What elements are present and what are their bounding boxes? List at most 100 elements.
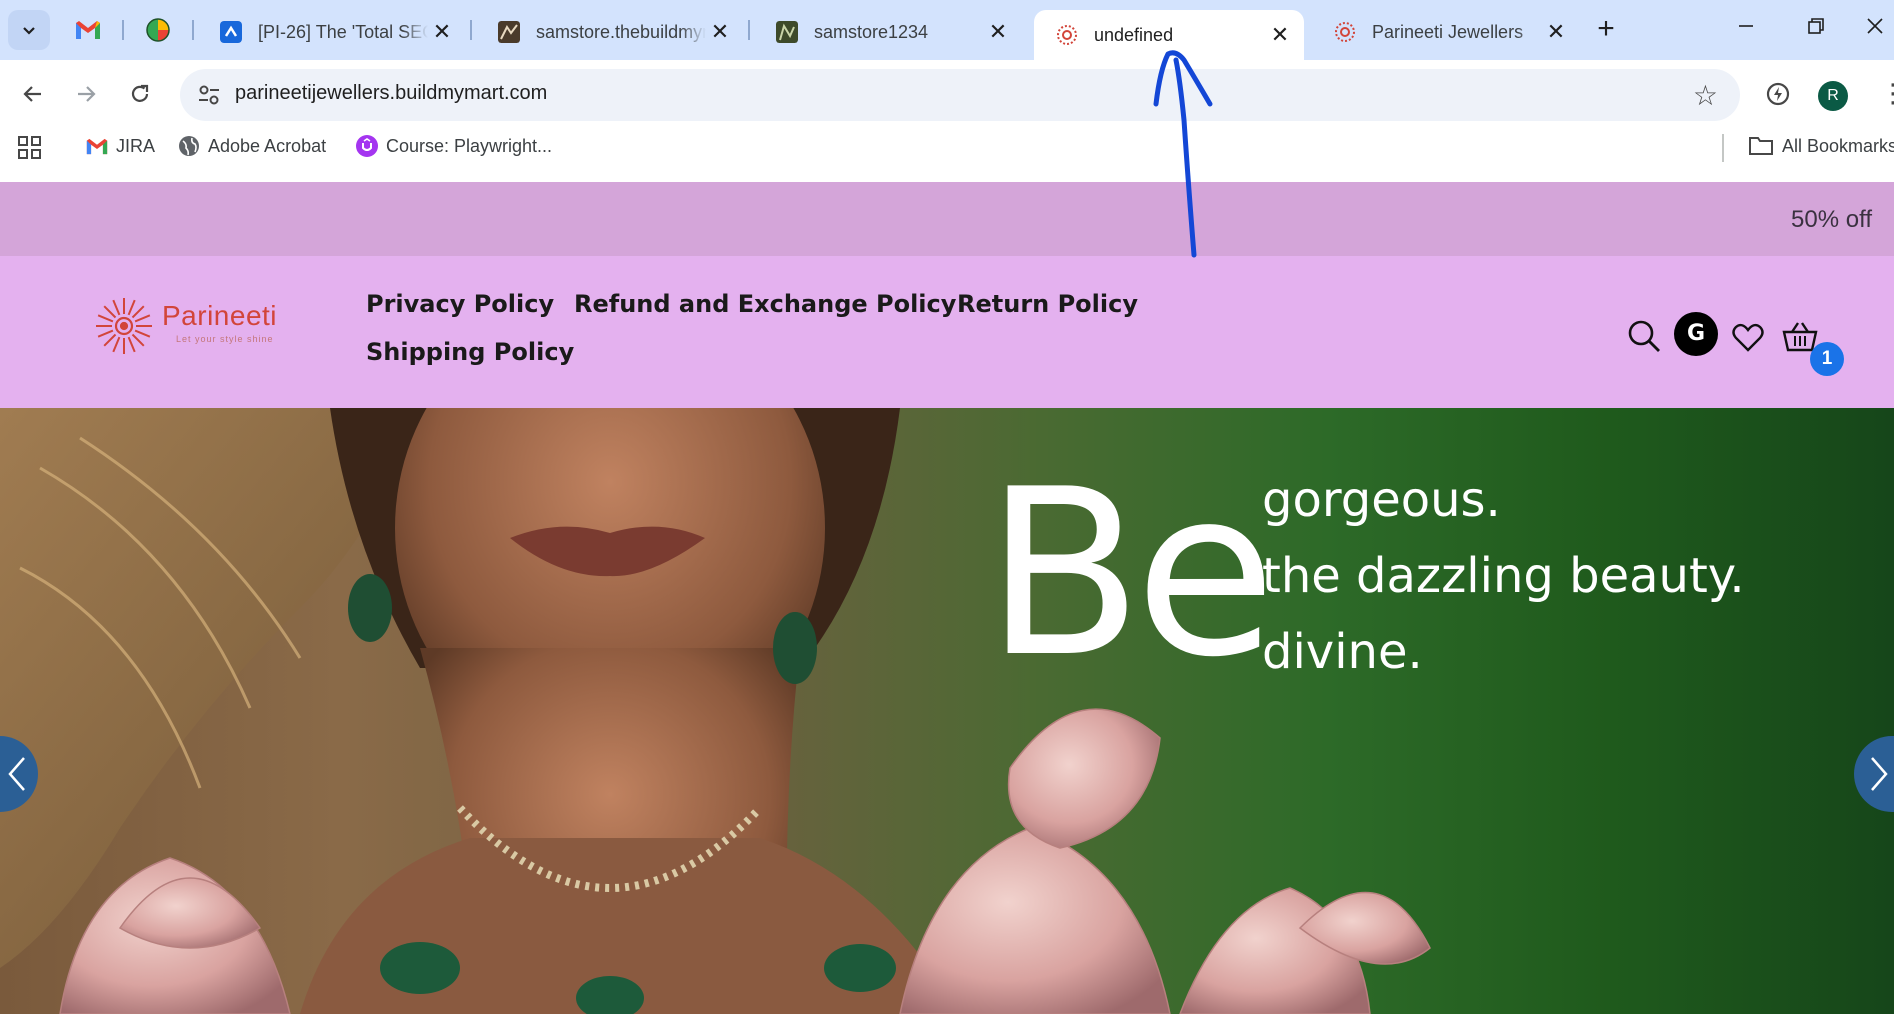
tab-jira[interactable]: [PI-26] The 'Total SEO ✕ bbox=[198, 10, 466, 54]
profile-avatar[interactable]: R bbox=[1818, 81, 1848, 111]
tab-parineeti-jewellers[interactable]: Parineeti Jewellers ✕ bbox=[1312, 10, 1580, 54]
browser-toolbar: parineetijewellers.buildmymart.com ☆ R ⋮… bbox=[0, 60, 1894, 190]
site-header: Parineeti Let your style shine Privacy P… bbox=[0, 256, 1894, 408]
performance-icon bbox=[1766, 82, 1790, 106]
reload-button[interactable] bbox=[122, 76, 158, 112]
bookmark-playwright-course[interactable]: Course: Playwright... bbox=[356, 128, 552, 164]
udemy-icon bbox=[356, 135, 378, 157]
restore-icon bbox=[1808, 18, 1824, 34]
hero-line-3: divine. bbox=[1262, 624, 1423, 680]
jira-icon bbox=[220, 21, 242, 43]
forward-button[interactable] bbox=[68, 76, 104, 112]
apps-grid-icon[interactable] bbox=[18, 136, 42, 160]
store-icon bbox=[498, 21, 520, 43]
announcement-text: 50% off bbox=[1791, 206, 1872, 233]
logo-petal bbox=[103, 333, 117, 347]
store-icon bbox=[776, 21, 798, 43]
bookmark-jira[interactable]: JIRA bbox=[86, 128, 155, 164]
globe-icon bbox=[178, 135, 200, 157]
tab-title: Parineeti Jewellers bbox=[1372, 21, 1524, 42]
pinned-tab-gmail[interactable] bbox=[72, 14, 104, 46]
site-logo[interactable]: Parineeti Let your style shine bbox=[92, 290, 292, 364]
hero-big-word: Be bbox=[985, 441, 1276, 708]
close-icon[interactable]: ✕ bbox=[706, 19, 734, 45]
tab-separator bbox=[748, 20, 750, 40]
close-icon[interactable]: ✕ bbox=[428, 19, 456, 45]
logo-petal bbox=[112, 299, 121, 316]
hero-image bbox=[0, 408, 1431, 1014]
tab-separator bbox=[470, 20, 472, 40]
hero-line-2: the dazzling beauty. bbox=[1262, 548, 1745, 604]
logo-petal bbox=[103, 305, 117, 319]
restore-button[interactable] bbox=[1786, 8, 1846, 48]
heart-icon bbox=[1732, 323, 1764, 352]
tab-samstore-buildmymart[interactable]: samstore.thebuildmymart ✕ bbox=[476, 10, 744, 54]
bookmark-adobe-acrobat[interactable]: Adobe Acrobat bbox=[178, 128, 326, 164]
new-tab-button[interactable]: + bbox=[1590, 14, 1622, 46]
tab-search-button[interactable] bbox=[8, 10, 50, 50]
menu-kebab-icon[interactable]: ⋮ bbox=[1880, 78, 1894, 109]
account-avatar[interactable]: G bbox=[1674, 312, 1718, 356]
pinned-tab-chart[interactable] bbox=[142, 14, 174, 46]
close-window-button[interactable] bbox=[1856, 8, 1894, 48]
nav-refund-exchange-policy[interactable]: Refund and Exchange Policy bbox=[574, 290, 956, 318]
bookmark-label: JIRA bbox=[116, 135, 156, 156]
parineeti-icon bbox=[1057, 25, 1077, 45]
tab-strip: [PI-26] The 'Total SEO ✕ samstore.thebui… bbox=[0, 0, 1894, 60]
logo-petal bbox=[112, 336, 121, 353]
tab-separator bbox=[192, 20, 194, 40]
wishlist-button[interactable] bbox=[1730, 320, 1766, 356]
chevron-down-icon bbox=[23, 27, 35, 35]
minimize-icon bbox=[1739, 25, 1753, 27]
gmail-icon bbox=[86, 135, 108, 157]
arrow-left-icon bbox=[23, 86, 41, 102]
gmail-icon bbox=[76, 21, 100, 39]
performance-button[interactable] bbox=[1760, 76, 1796, 112]
address-bar[interactable]: parineetijewellers.buildmymart.com ☆ bbox=[180, 69, 1740, 121]
close-icon[interactable]: ✕ bbox=[1542, 19, 1570, 45]
folder-icon bbox=[1749, 137, 1773, 155]
hero-banner: Be gorgeous. the dazzling beauty. divine… bbox=[0, 408, 1894, 1014]
tab-title: samstore.thebuildmymart bbox=[536, 21, 706, 42]
logo-petal bbox=[127, 336, 136, 353]
reload-icon bbox=[131, 84, 149, 102]
back-button[interactable] bbox=[15, 76, 51, 112]
chevron-right-icon bbox=[1871, 757, 1888, 791]
bookmark-label: Adobe Acrobat bbox=[208, 135, 327, 156]
tab-samstore1234[interactable]: samstore1234 ✕ bbox=[754, 10, 1022, 54]
logo-petal bbox=[127, 299, 136, 316]
nav-privacy-policy[interactable]: Privacy Policy bbox=[366, 290, 554, 318]
site-info-icon[interactable] bbox=[196, 82, 222, 108]
cart-count-badge: 1 bbox=[1810, 342, 1844, 376]
close-icon[interactable]: ✕ bbox=[1266, 22, 1294, 48]
nav-return-policy[interactable]: Return Policy bbox=[957, 290, 1138, 318]
nav-shipping-policy[interactable]: Shipping Policy bbox=[366, 338, 574, 366]
tab-title: samstore1234 bbox=[814, 21, 929, 42]
tab-title: [PI-26] The 'Total SEO bbox=[258, 21, 428, 42]
logo-petal bbox=[131, 305, 145, 319]
tab-title: undefined bbox=[1094, 24, 1174, 45]
mandala-logo-icon bbox=[96, 298, 152, 354]
bookmark-separator bbox=[1722, 134, 1724, 162]
logo-petal bbox=[97, 314, 114, 323]
close-icon[interactable]: ✕ bbox=[984, 19, 1012, 45]
website-page: 50% off Parineeti Let your style shine P… bbox=[0, 182, 1894, 1014]
minimize-button[interactable] bbox=[1716, 8, 1776, 48]
tab-separator bbox=[122, 20, 124, 40]
search-icon bbox=[1628, 320, 1660, 352]
pie-chart-icon bbox=[146, 18, 170, 42]
bookmark-star-icon[interactable]: ☆ bbox=[1693, 79, 1718, 112]
address-url[interactable]: parineetijewellers.buildmymart.com bbox=[235, 82, 547, 105]
hero-line-1: gorgeous. bbox=[1262, 472, 1501, 528]
parineeti-icon bbox=[1335, 22, 1355, 42]
tab-undefined[interactable]: undefined ✕ bbox=[1034, 10, 1304, 60]
logo-petal bbox=[134, 314, 151, 323]
logo-petal bbox=[134, 329, 151, 338]
search-button[interactable] bbox=[1624, 316, 1664, 356]
all-bookmarks-button[interactable]: All Bookmarks bbox=[1748, 128, 1894, 164]
announcement-bar: 50% off bbox=[0, 182, 1894, 256]
chevron-left-icon bbox=[8, 757, 25, 791]
arrow-right-icon bbox=[78, 86, 96, 102]
logo-petal bbox=[97, 329, 114, 338]
logo-petal bbox=[131, 333, 145, 347]
